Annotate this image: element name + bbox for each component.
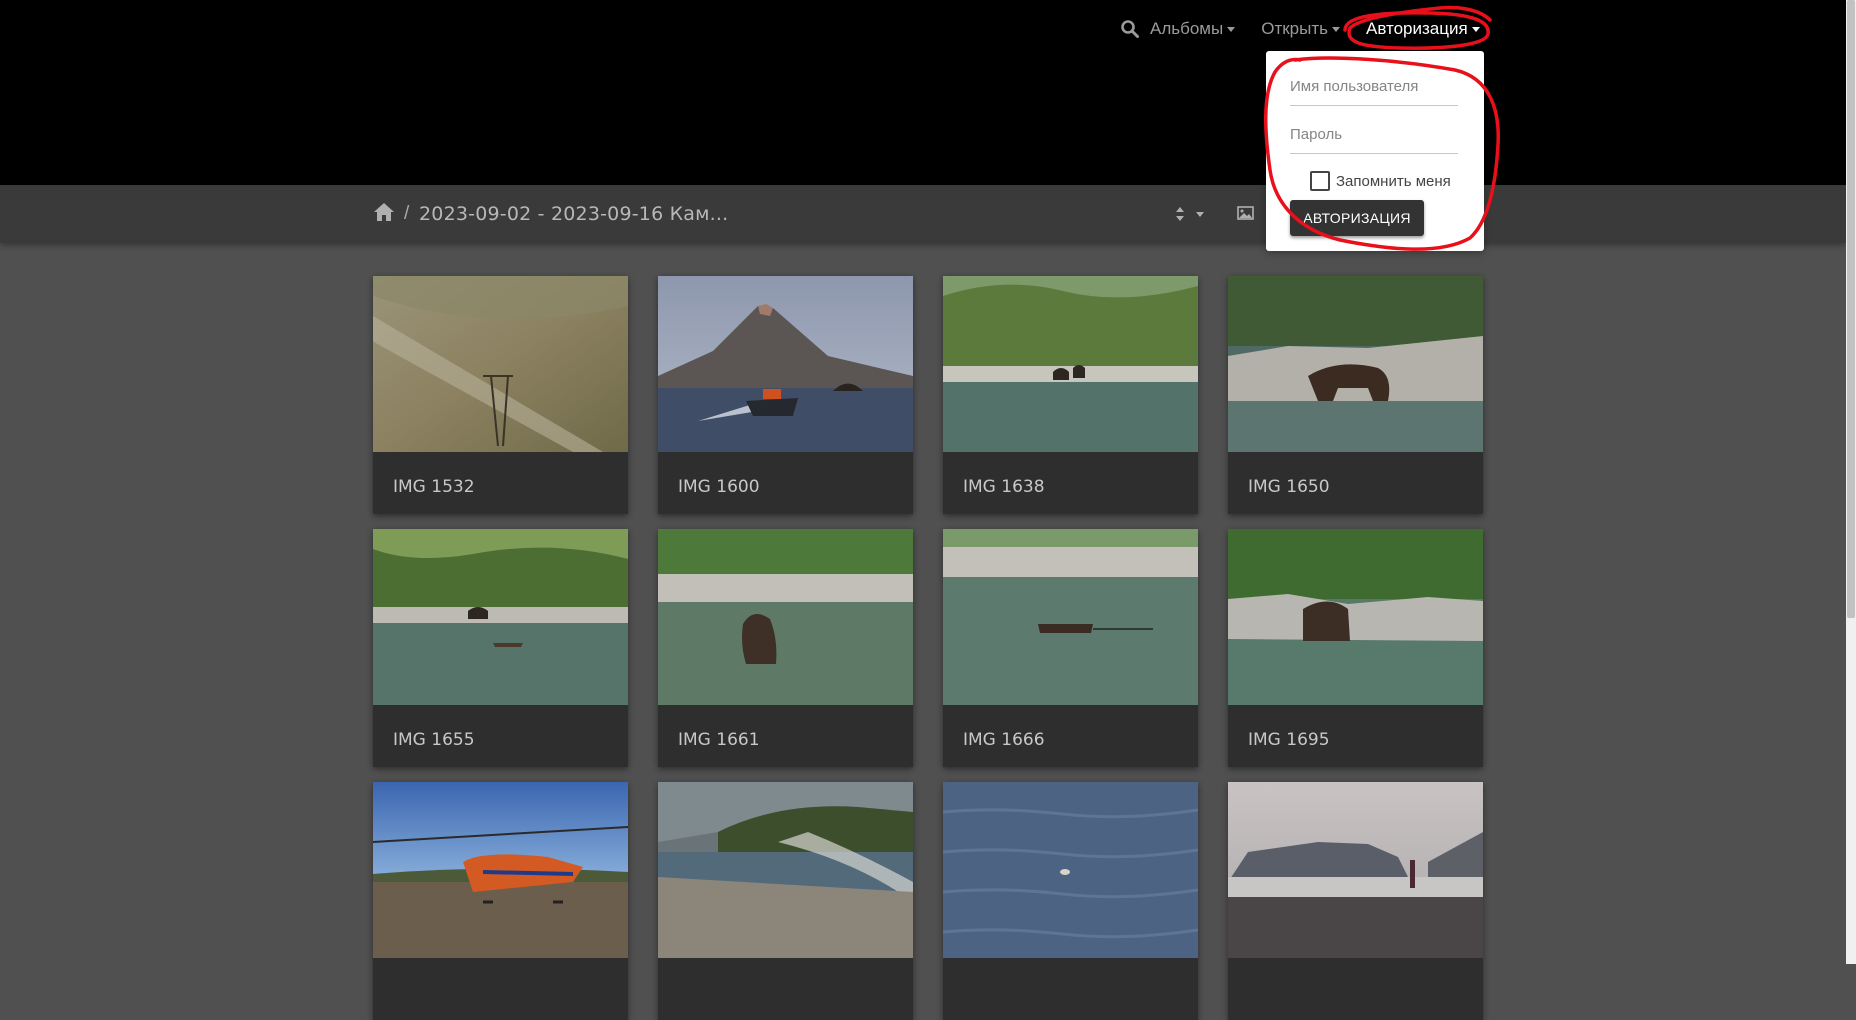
nav-auth-label: Авторизация bbox=[1365, 19, 1468, 38]
thumbnail-caption: IMG 1650 bbox=[1248, 477, 1330, 497]
thumbnail-card[interactable] bbox=[1228, 782, 1483, 1020]
photo-thumbnail[interactable] bbox=[373, 529, 628, 705]
thumbnail-card[interactable] bbox=[372, 782, 629, 1020]
thumbnail-caption: IMG 1532 bbox=[393, 477, 475, 497]
nav-albums-menu[interactable]: Альбомы bbox=[1150, 19, 1236, 39]
thumbnail-card[interactable]: IMG 1638 bbox=[943, 276, 1198, 514]
thumbnail-card[interactable]: IMG 1600 bbox=[658, 276, 913, 514]
photo-thumbnail[interactable] bbox=[1228, 276, 1483, 452]
photo-thumbnail[interactable] bbox=[372, 782, 629, 958]
thumbnail-caption bbox=[658, 963, 913, 1020]
nav-links: Альбомы Открыть Авторизация bbox=[1120, 17, 1480, 41]
nav-auth-menu[interactable]: Авторизация bbox=[1366, 19, 1480, 39]
search-icon[interactable] bbox=[1120, 19, 1140, 39]
remember-me[interactable]: Запомнить меня bbox=[1310, 171, 1451, 191]
photo-thumbnail[interactable] bbox=[658, 276, 913, 452]
remember-me-label: Запомнить меня bbox=[1336, 172, 1451, 190]
remember-me-checkbox[interactable] bbox=[1310, 171, 1330, 191]
photo-thumbnail[interactable] bbox=[943, 529, 1198, 705]
thumbnail-card[interactable]: IMG 1532 bbox=[363, 276, 628, 514]
nav-albums-label: Альбомы bbox=[1150, 19, 1224, 38]
login-button[interactable]: АВТОРИЗАЦИЯ bbox=[1290, 200, 1424, 236]
photo-thumbnail[interactable] bbox=[658, 529, 913, 705]
breadcrumb-album-title: 2023-09-02 - 2023-09-16 Кам... bbox=[419, 203, 729, 225]
thumbnail-card[interactable] bbox=[658, 782, 913, 1020]
thumbnail-card[interactable]: IMG 1661 bbox=[658, 529, 913, 767]
password-input[interactable] bbox=[1290, 116, 1458, 154]
chevron-down-icon bbox=[1471, 26, 1480, 32]
thumbnail-card[interactable]: IMG 1666 bbox=[943, 529, 1198, 767]
thumbnail-caption: IMG 1600 bbox=[678, 477, 760, 497]
breadcrumb-separator: / bbox=[404, 203, 410, 224]
thumbnail-caption: IMG 1638 bbox=[963, 477, 1045, 497]
thumbnail-card[interactable]: IMG 1650 bbox=[1228, 276, 1483, 514]
thumbnail-caption: IMG 1655 bbox=[393, 730, 475, 750]
nav-open-menu[interactable]: Открыть bbox=[1261, 19, 1340, 39]
thumbnail-caption: IMG 1666 bbox=[963, 730, 1045, 750]
scrollbar-thumb[interactable] bbox=[1847, 0, 1855, 618]
login-dropdown: Запомнить меня АВТОРИЗАЦИЯ bbox=[1266, 51, 1484, 251]
chevron-down-icon bbox=[1227, 26, 1236, 32]
sort-icon[interactable] bbox=[1176, 205, 1204, 223]
nav-open-label: Открыть bbox=[1261, 19, 1328, 38]
photo-thumbnail[interactable] bbox=[363, 276, 628, 452]
photo-thumbnail[interactable] bbox=[1228, 529, 1483, 705]
chevron-down-icon bbox=[1331, 26, 1340, 32]
breadcrumb: / 2023-09-02 - 2023-09-16 Кам... bbox=[0, 185, 1846, 243]
home-icon[interactable] bbox=[373, 202, 395, 222]
thumbnail-caption bbox=[373, 963, 628, 1020]
top-navbar: Альбомы Открыть Авторизация bbox=[0, 0, 1856, 185]
username-input[interactable] bbox=[1290, 68, 1458, 106]
image-icon[interactable] bbox=[1237, 206, 1254, 220]
thumbnail-card[interactable]: IMG 1695 bbox=[1228, 529, 1483, 767]
thumbnail-caption bbox=[1228, 963, 1483, 1020]
photo-thumbnail[interactable] bbox=[942, 782, 1199, 958]
scrollbar-track[interactable] bbox=[1846, 0, 1856, 964]
thumbnail-card[interactable]: IMG 1655 bbox=[373, 529, 628, 767]
photo-thumbnail[interactable] bbox=[943, 276, 1198, 452]
thumbnail-caption: IMG 1695 bbox=[1248, 730, 1330, 750]
thumbnail-caption bbox=[943, 963, 1198, 1020]
thumbnail-card[interactable] bbox=[942, 782, 1199, 1020]
thumbnail-caption: IMG 1661 bbox=[678, 730, 760, 750]
photo-thumbnail[interactable] bbox=[1228, 782, 1483, 958]
photo-thumbnail[interactable] bbox=[658, 782, 913, 958]
